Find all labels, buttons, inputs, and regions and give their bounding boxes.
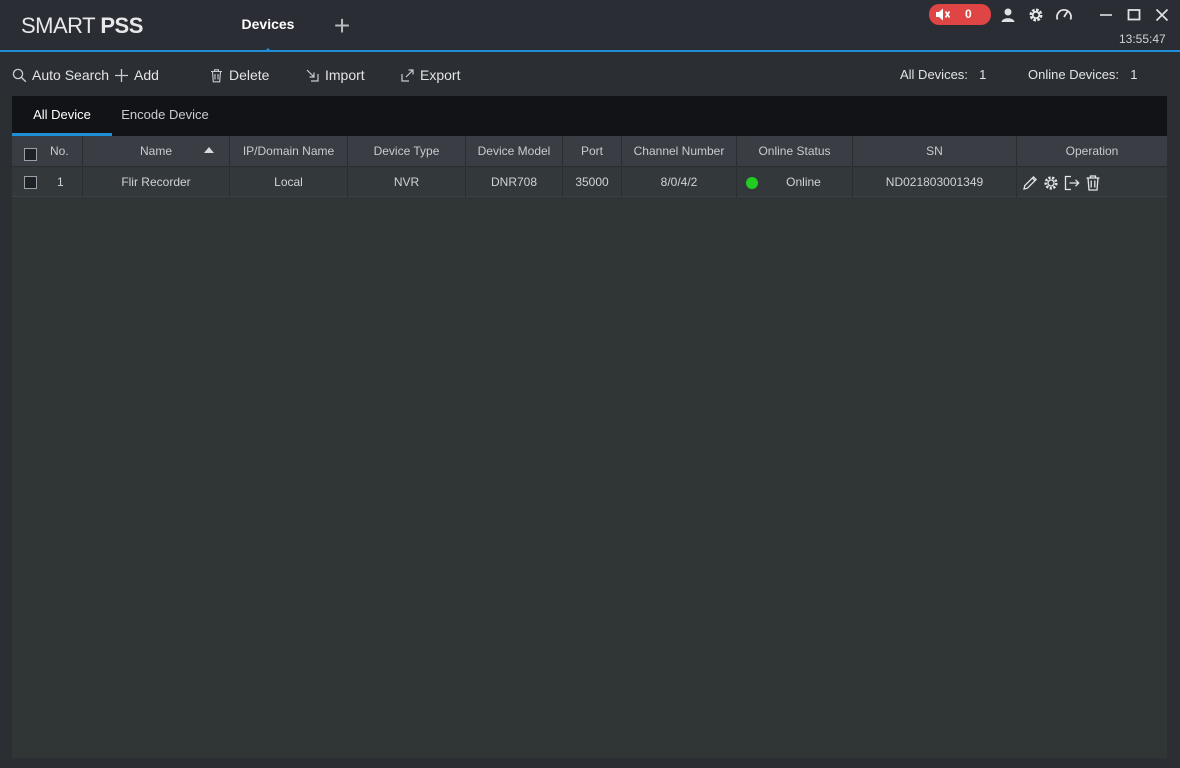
close-icon[interactable] xyxy=(1153,6,1171,24)
col-operation: Operation xyxy=(1065,144,1119,158)
cell-sn: ND021803001349 xyxy=(853,168,1017,197)
cell-device-model: DNR708 xyxy=(466,168,563,197)
window-bottom-edge xyxy=(0,758,1180,768)
device-config-gear-icon[interactable] xyxy=(1042,174,1060,192)
row-checkbox[interactable] xyxy=(24,176,37,189)
edit-pencil-icon[interactable] xyxy=(1021,174,1039,192)
cell-operation xyxy=(1017,168,1167,197)
all-devices-count: 1 xyxy=(979,67,987,82)
cell-no: 1 xyxy=(12,168,83,197)
device-table: No. Name IP/Domain Name Device Type Devi… xyxy=(12,136,1167,758)
col-port[interactable]: Port xyxy=(563,136,622,167)
window-right-edge xyxy=(1167,96,1180,768)
maximize-icon[interactable] xyxy=(1125,6,1143,24)
tab-all-device[interactable]: All Device xyxy=(12,96,112,136)
device-category-tabs: All Device Encode Device xyxy=(12,96,1167,136)
alarm-button[interactable]: 0 xyxy=(929,4,991,25)
col-name[interactable]: Name xyxy=(83,136,230,167)
cell-name: Flir Recorder xyxy=(83,168,230,197)
add-label: Add xyxy=(134,67,159,83)
import-button[interactable]: Import xyxy=(305,66,365,84)
col-channel-number[interactable]: Channel Number xyxy=(622,136,737,167)
import-label: Import xyxy=(325,67,365,83)
online-status-label: Online xyxy=(786,175,821,189)
col-device-type[interactable]: Device Type xyxy=(348,136,466,167)
clock: 13:55:47 xyxy=(1119,32,1166,46)
delete-button[interactable]: Delete xyxy=(209,66,269,84)
online-status-dot xyxy=(746,177,758,189)
delete-trash-icon[interactable] xyxy=(1084,174,1102,192)
tab-encode-device[interactable]: Encode Device xyxy=(112,96,218,136)
add-tab-button[interactable]: + xyxy=(328,10,356,42)
online-devices-label: Online Devices: xyxy=(1028,67,1120,82)
select-all-checkbox[interactable] xyxy=(24,148,37,161)
col-name-label: Name xyxy=(139,144,172,158)
export-icon xyxy=(401,68,414,82)
cell-ip: Local xyxy=(230,168,348,197)
active-tab-caret xyxy=(264,48,272,52)
col-device-model[interactable]: Device Model xyxy=(466,136,563,167)
table-header: No. Name IP/Domain Name Device Type Devi… xyxy=(12,136,1167,167)
app-logo: SMART PSS xyxy=(21,13,143,38)
cell-device-type: NVR xyxy=(348,168,466,197)
cell-online-status: Online xyxy=(737,168,853,197)
cell-port: 35000 xyxy=(563,168,622,197)
settings-gear-icon[interactable] xyxy=(1027,6,1045,24)
performance-gauge-icon[interactable] xyxy=(1055,6,1073,24)
col-sn[interactable]: SN xyxy=(853,136,1017,167)
minimize-icon[interactable] xyxy=(1097,6,1115,24)
row-number: 1 xyxy=(57,175,64,189)
col-online-status[interactable]: Online Status xyxy=(737,136,853,167)
speaker-mute-icon xyxy=(936,8,951,21)
online-devices-stat: Online Devices: 1 xyxy=(1028,67,1138,82)
add-button[interactable]: Add xyxy=(114,66,159,84)
toolbar: Auto Search Add Delete Import Export All… xyxy=(0,54,1180,94)
logout-exit-icon[interactable] xyxy=(1063,174,1081,192)
all-devices-label: All Devices: xyxy=(900,67,968,82)
title-bar: SMART PSS Devices + 0 13:55:47 xyxy=(0,0,1180,52)
all-devices-stat: All Devices: 1 xyxy=(900,67,986,82)
user-icon[interactable] xyxy=(999,6,1017,24)
alarm-count: 0 xyxy=(965,7,972,21)
sort-ascending-icon xyxy=(204,147,214,153)
col-no[interactable]: No. xyxy=(12,136,83,167)
tab-devices-label: Devices xyxy=(241,16,295,32)
col-ip[interactable]: IP/Domain Name xyxy=(230,136,348,167)
auto-search-button[interactable]: Auto Search xyxy=(12,66,109,84)
col-no-label: No. xyxy=(50,144,69,158)
table-row[interactable]: 1 Flir Recorder Local NVR DNR708 35000 8… xyxy=(12,168,1167,197)
cell-channel-number: 8/0/4/2 xyxy=(622,168,737,197)
import-icon xyxy=(306,69,319,82)
auto-search-label: Auto Search xyxy=(32,67,110,83)
online-devices-count: 1 xyxy=(1130,67,1138,82)
export-button[interactable]: Export xyxy=(400,66,460,84)
search-icon xyxy=(12,68,27,82)
trash-icon xyxy=(211,68,222,82)
plus-icon xyxy=(115,68,128,82)
tab-devices[interactable]: Devices xyxy=(238,0,298,52)
delete-label: Delete xyxy=(229,67,270,83)
export-label: Export xyxy=(420,67,461,83)
